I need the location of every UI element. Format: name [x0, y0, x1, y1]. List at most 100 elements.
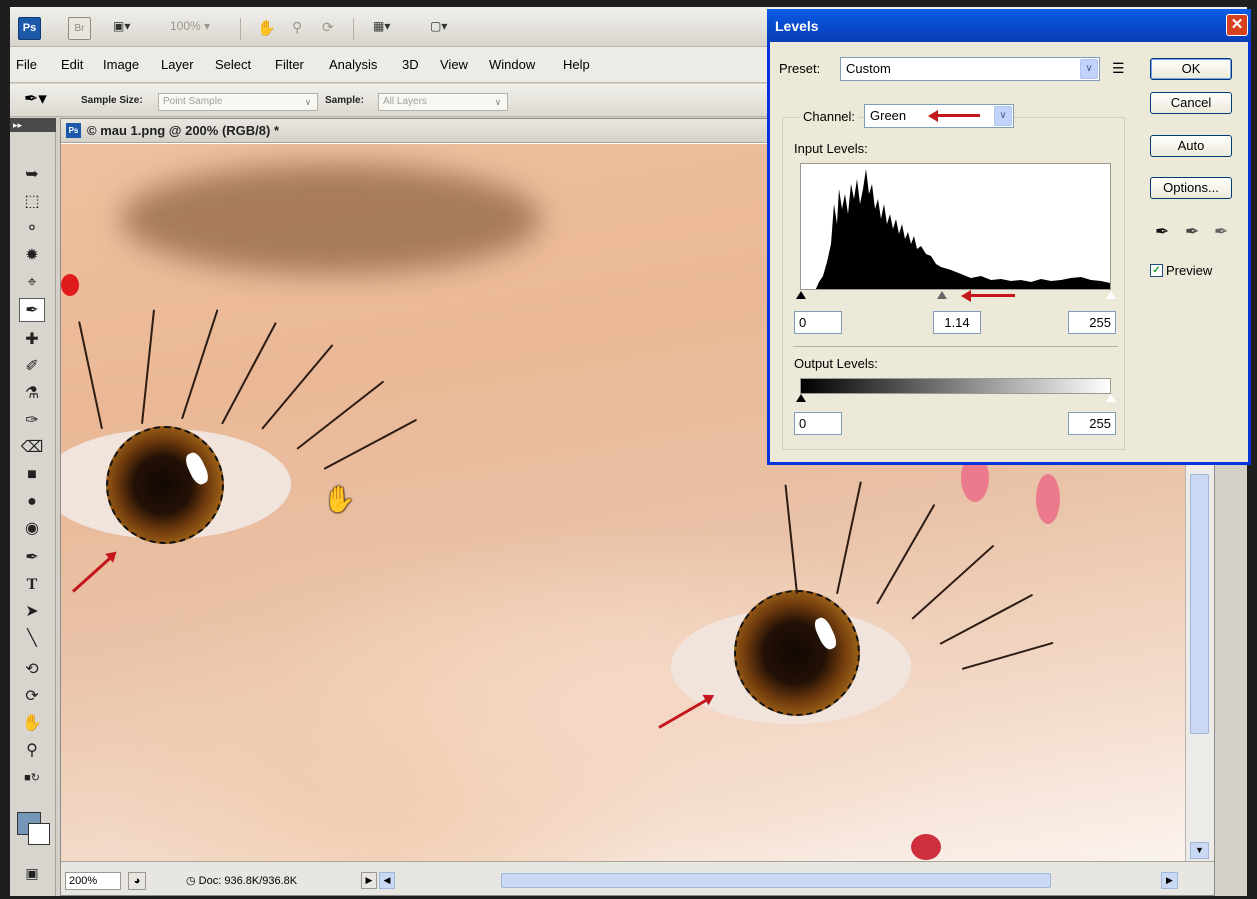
- zoom-input[interactable]: 200%: [65, 872, 121, 890]
- crop-tool-icon[interactable]: ⌖: [19, 271, 45, 295]
- input-levels-label: Input Levels:: [794, 141, 868, 156]
- line-tool-icon[interactable]: ╲: [19, 627, 45, 651]
- blur-tool-icon[interactable]: ●: [19, 490, 45, 514]
- lips: [911, 834, 941, 860]
- menu-select[interactable]: Select: [215, 57, 251, 72]
- horizontal-scroll-thumb[interactable]: [501, 873, 1051, 888]
- chevron-down-icon: ∨: [304, 97, 312, 107]
- chevron-down-icon: ∨: [1080, 59, 1098, 79]
- zoom-icon[interactable]: ⚲: [292, 19, 302, 37]
- zoom-tool-icon[interactable]: ⚲: [19, 739, 45, 763]
- preview-label: Preview: [1166, 263, 1213, 278]
- type-tool-icon[interactable]: T: [19, 573, 45, 597]
- eyelash: [181, 309, 219, 420]
- hand-tool-icon[interactable]: ✋: [19, 712, 45, 736]
- cancel-button[interactable]: Cancel: [1150, 92, 1232, 114]
- pen-tool-icon[interactable]: ✒: [19, 546, 45, 570]
- preview-checkbox[interactable]: ✓: [1150, 264, 1163, 277]
- black-point-eyedropper-icon[interactable]: ✒: [1155, 222, 1169, 242]
- menu-image[interactable]: Image: [103, 57, 139, 72]
- status-menu-button[interactable]: ▶: [361, 872, 377, 889]
- screen-mode-icon[interactable]: ▢▾: [430, 19, 447, 37]
- menu-file[interactable]: File: [16, 57, 37, 72]
- clone-stamp-tool-icon[interactable]: ⚗: [19, 382, 45, 406]
- annotation-arrow: [658, 696, 712, 729]
- input-gamma-value[interactable]: 1.14: [933, 311, 981, 334]
- white-point-eyedropper-icon[interactable]: ✒: [1214, 222, 1228, 242]
- input-black-value[interactable]: 0: [794, 311, 842, 334]
- dodge-tool-icon[interactable]: ◉: [19, 517, 45, 541]
- menu-analysis[interactable]: Analysis: [329, 57, 377, 72]
- gradient-tool-icon[interactable]: ■: [19, 463, 45, 487]
- move-tool-icon[interactable]: ➥: [19, 163, 45, 187]
- scroll-left-arrow[interactable]: ◀: [379, 872, 395, 889]
- status-bar: 200% ◕ ◷ Doc: 936.8K/936.8K ▶ ◀ ▶: [61, 861, 1214, 895]
- pink-flower: [1036, 474, 1060, 524]
- 3d-rotate-tool-icon[interactable]: ⟲: [19, 658, 45, 682]
- menu-filter[interactable]: Filter: [275, 57, 304, 72]
- eyedropper-tool-icon[interactable]: ✒: [19, 298, 45, 322]
- bridge-button[interactable]: Br: [68, 17, 91, 40]
- eyelash: [323, 418, 418, 470]
- eraser-tool-icon[interactable]: ⌫: [19, 436, 45, 460]
- hand-icon[interactable]: ✋: [257, 19, 276, 37]
- input-white-value[interactable]: 255: [1068, 311, 1116, 334]
- input-gamma-slider[interactable]: [937, 291, 947, 299]
- eyelash: [939, 593, 1034, 645]
- lasso-tool-icon[interactable]: ⚬: [19, 217, 45, 241]
- gray-point-eyedropper-icon[interactable]: ✒: [1185, 222, 1199, 242]
- eyedropper-tool-preset-icon[interactable]: ✒▾: [24, 89, 47, 109]
- menu-view[interactable]: View: [440, 57, 468, 72]
- marquee-tool-icon[interactable]: ⬚: [19, 190, 45, 214]
- left-eye-iris-selection: [106, 426, 224, 544]
- brush-tool-icon[interactable]: ✐: [19, 355, 45, 379]
- separator: [240, 18, 241, 40]
- path-selection-tool-icon[interactable]: ➤: [19, 600, 45, 624]
- sample-select[interactable]: All Layers ∨: [378, 93, 508, 111]
- scroll-right-arrow[interactable]: ▶: [1161, 872, 1178, 889]
- sample-size-select[interactable]: Point Sample ∨: [158, 93, 318, 111]
- menu-help[interactable]: Help: [563, 57, 590, 72]
- eyelash: [876, 503, 936, 605]
- preset-select[interactable]: Custom ∨: [840, 57, 1100, 81]
- separator: [353, 18, 354, 40]
- input-black-point-slider[interactable]: [796, 291, 806, 299]
- arrange-documents-icon[interactable]: ▦▾: [373, 19, 390, 37]
- film-icon[interactable]: ▣▾: [113, 19, 130, 37]
- healing-brush-tool-icon[interactable]: ✚: [19, 328, 45, 352]
- rotate-icon[interactable]: ⟳: [322, 19, 334, 37]
- input-white-point-slider[interactable]: [1106, 291, 1116, 299]
- menu-3d[interactable]: 3D: [402, 57, 419, 72]
- annotation-arrow: [71, 553, 115, 593]
- auto-button[interactable]: Auto: [1150, 135, 1232, 157]
- status-info-icon[interactable]: ◕: [128, 872, 146, 890]
- levels-dialog-titlebar[interactable]: Levels: [767, 9, 1251, 42]
- eyelash: [296, 380, 385, 450]
- close-icon[interactable]: ✕: [1226, 14, 1248, 36]
- output-black-value[interactable]: 0: [794, 412, 842, 435]
- scroll-down-arrow[interactable]: ▼: [1190, 842, 1209, 859]
- 3d-orbit-tool-icon[interactable]: ⟳: [19, 685, 45, 709]
- chevron-down-icon: ∨: [994, 106, 1012, 126]
- quick-mask-icon[interactable]: ▣: [19, 861, 45, 885]
- output-white-point-slider[interactable]: [1106, 394, 1116, 402]
- options-button[interactable]: Options...: [1150, 177, 1232, 199]
- levels-dialog-title: Levels: [775, 18, 819, 34]
- menu-layer[interactable]: Layer: [161, 57, 194, 72]
- output-black-point-slider[interactable]: [796, 394, 806, 402]
- eyelash: [961, 641, 1054, 670]
- tools-panel-header[interactable]: ▸▸: [10, 118, 56, 132]
- vertical-scroll-thumb[interactable]: [1190, 474, 1209, 734]
- sample-label: Sample:: [325, 95, 364, 106]
- quick-selection-tool-icon[interactable]: ✹: [19, 244, 45, 268]
- menu-edit[interactable]: Edit: [61, 57, 83, 72]
- zoom-level-select[interactable]: 100% ▾: [170, 19, 210, 37]
- menu-window[interactable]: Window: [489, 57, 535, 72]
- history-brush-tool-icon[interactable]: ✑: [19, 409, 45, 433]
- swap-colors-icon[interactable]: ■↻: [19, 766, 45, 790]
- preset-options-icon[interactable]: ☰: [1112, 60, 1125, 77]
- sample-size-value: Point Sample: [163, 96, 223, 107]
- background-color-swatch[interactable]: [28, 823, 50, 845]
- ok-button[interactable]: OK: [1150, 58, 1232, 80]
- output-white-value[interactable]: 255: [1068, 412, 1116, 435]
